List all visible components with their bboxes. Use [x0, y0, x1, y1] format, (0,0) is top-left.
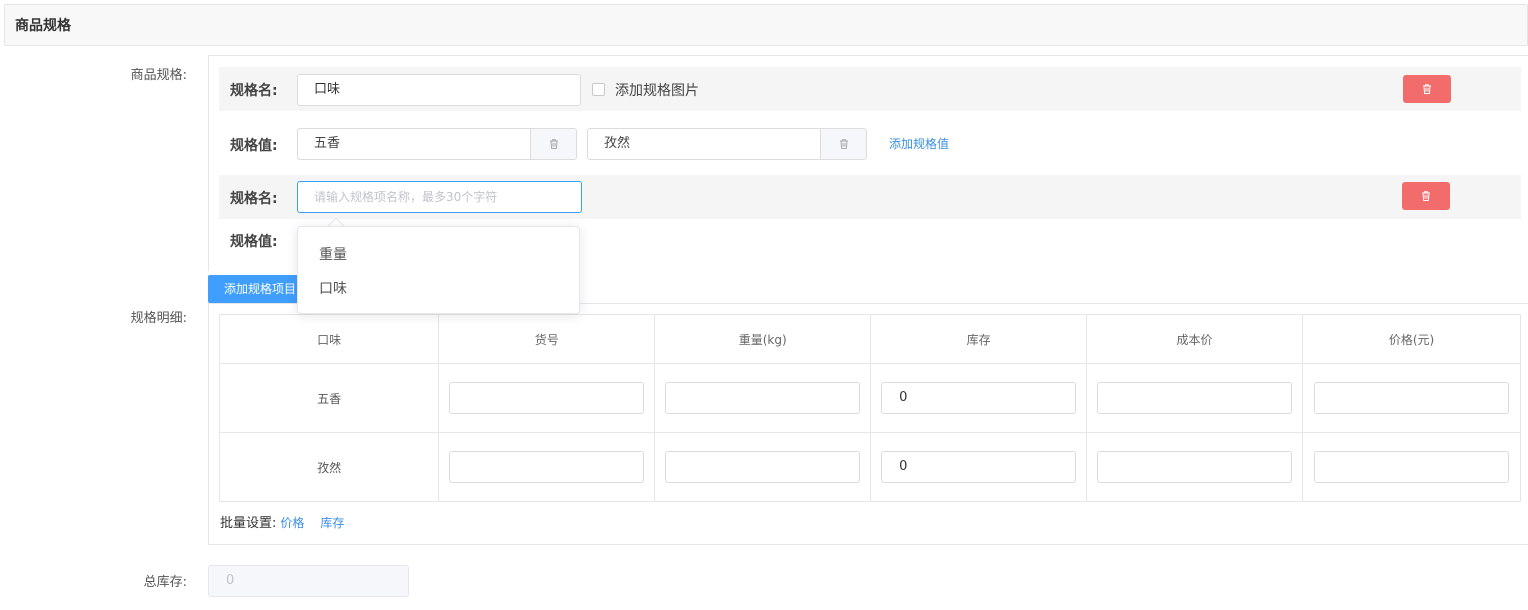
batch-label: 批量设置:	[220, 516, 277, 531]
spec-name-dropdown: 重量 口味	[297, 226, 580, 314]
table-row: 五香 0	[218, 363, 1521, 433]
trash-icon	[1422, 191, 1430, 201]
delete-spec-group-button[interactable]	[1402, 182, 1450, 210]
spec-detail-table: 口味 货号 重量(kg) 库存 成本价 价格(元) 五香 0 孜然 0	[218, 314, 1521, 502]
spec-value-item[interactable]: 五香	[297, 128, 577, 160]
spec-detail-label: 规格明细:	[130, 311, 187, 326]
spec-name-input[interactable]: 口味	[297, 74, 581, 106]
column-header: 重量(kg)	[654, 314, 872, 364]
spec-values-label: 规格值:	[230, 138, 278, 154]
section-title: 商品规格	[15, 18, 71, 34]
cost-input[interactable]	[1097, 382, 1293, 414]
spec-values-label: 规格值:	[230, 234, 278, 250]
delete-value-button[interactable]	[820, 129, 866, 159]
batch-settings: 批量设置: 价格 库存	[220, 512, 356, 531]
spec-name-label: 规格名:	[230, 191, 278, 207]
sku-input[interactable]	[449, 382, 645, 414]
column-header: 成本价	[1086, 314, 1304, 364]
add-spec-value-link[interactable]: 添加规格值	[889, 135, 949, 152]
delete-spec-group-button[interactable]	[1403, 75, 1451, 103]
column-header: 价格(元)	[1302, 314, 1521, 364]
delete-value-button[interactable]	[530, 129, 576, 159]
spec-name-label: 规格名:	[230, 83, 278, 99]
spec-value-text[interactable]: 孜然	[588, 129, 820, 159]
add-spec-item-button[interactable]: 添加规格项目	[208, 275, 308, 303]
batch-stock-link[interactable]: 库存	[320, 516, 344, 530]
add-spec-image-label[interactable]: 添加规格图片	[615, 80, 699, 100]
add-spec-image-checkbox[interactable]	[592, 83, 605, 96]
dropdown-option[interactable]: 重量	[298, 238, 579, 272]
stock-input[interactable]: 0	[881, 451, 1077, 483]
spec-name-input[interactable]: 请输入规格项名称，最多30个字符	[297, 181, 582, 213]
column-header: 库存	[870, 314, 1088, 364]
table-header-row: 口味 货号 重量(kg) 库存 成本价 价格(元)	[218, 314, 1521, 364]
total-stock-input: 0	[208, 565, 409, 597]
spec-value-text[interactable]: 五香	[298, 129, 530, 159]
spec-value-item[interactable]: 孜然	[587, 128, 867, 160]
cost-input[interactable]	[1097, 451, 1293, 483]
table-row: 孜然 0	[218, 432, 1521, 502]
price-input[interactable]	[1314, 382, 1509, 414]
trash-icon	[1423, 84, 1431, 94]
dropdown-option[interactable]: 口味	[298, 272, 579, 306]
row-name: 孜然	[218, 432, 440, 502]
weight-input[interactable]	[665, 451, 861, 483]
stock-input[interactable]: 0	[881, 382, 1077, 414]
weight-input[interactable]	[665, 382, 861, 414]
section-header	[4, 4, 1528, 46]
trash-icon	[549, 139, 558, 149]
column-header: 口味	[218, 314, 440, 364]
price-input[interactable]	[1314, 451, 1509, 483]
goods-spec-label: 商品规格:	[130, 68, 187, 83]
trash-icon	[839, 139, 848, 149]
column-header: 货号	[438, 314, 656, 364]
sku-input[interactable]	[449, 451, 645, 483]
row-name: 五香	[218, 363, 440, 433]
total-stock-label: 总库存:	[143, 575, 187, 590]
batch-price-link[interactable]: 价格	[280, 516, 304, 530]
